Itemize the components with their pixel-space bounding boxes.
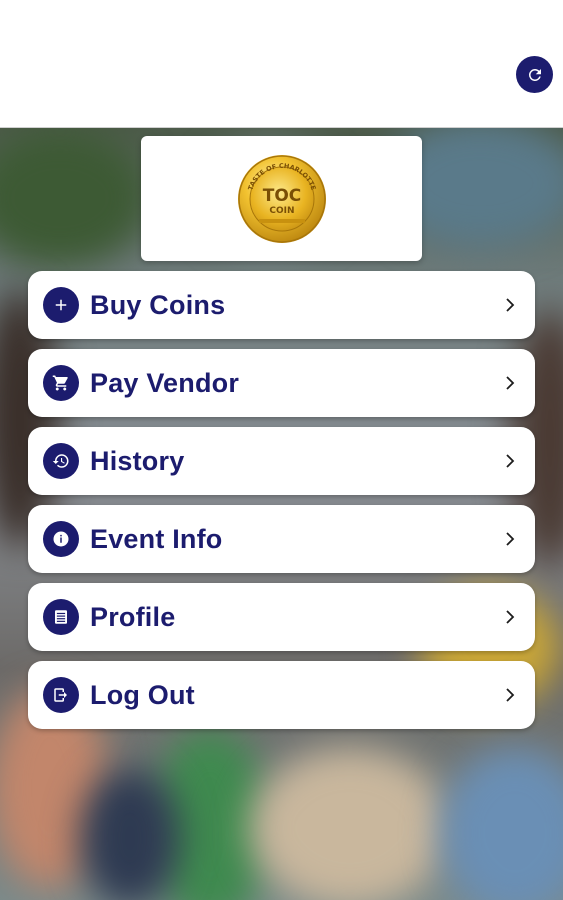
menu-item-label: History xyxy=(90,445,185,476)
coin-title: TOC xyxy=(262,186,301,206)
info-icon xyxy=(43,521,79,557)
menu-item-label: Event Info xyxy=(90,523,223,554)
toc-coin-logo: TASTE OF CHARLOTTE TOC COIN xyxy=(237,154,326,243)
menu-item-label: Profile xyxy=(90,601,176,632)
menu-item-label: Buy Coins xyxy=(90,289,226,320)
history-icon xyxy=(43,443,79,479)
menu-item-label: Pay Vendor xyxy=(90,367,240,398)
menu-item-label: Log Out xyxy=(90,679,195,710)
cart-icon xyxy=(43,365,79,401)
refresh-button[interactable] xyxy=(516,56,553,93)
menu-item-history[interactable]: History xyxy=(28,427,535,495)
menu-item-log-out[interactable]: Log Out xyxy=(28,661,535,729)
refresh-icon xyxy=(528,68,541,81)
chevron-right-icon xyxy=(505,298,515,312)
chevron-right-icon xyxy=(505,688,515,702)
chevron-right-icon xyxy=(505,532,515,546)
chevron-right-icon xyxy=(505,610,515,624)
plus-icon xyxy=(43,287,79,323)
menu-item-pay-vendor[interactable]: Pay Vendor xyxy=(28,349,535,417)
menu-item-buy-coins[interactable]: Buy Coins xyxy=(28,271,535,339)
main-menu: Buy Coins Pay Vendor History Event Info xyxy=(28,271,535,739)
menu-item-event-info[interactable]: Event Info xyxy=(28,505,535,573)
app-header xyxy=(0,0,563,128)
chevron-right-icon xyxy=(505,454,515,468)
list-icon xyxy=(43,599,79,635)
coin-subtitle: COIN xyxy=(269,206,294,216)
menu-item-profile[interactable]: Profile xyxy=(28,583,535,651)
logo-card: TASTE OF CHARLOTTE TOC COIN xyxy=(141,136,422,261)
chevron-right-icon xyxy=(505,376,515,390)
logout-icon xyxy=(43,677,79,713)
